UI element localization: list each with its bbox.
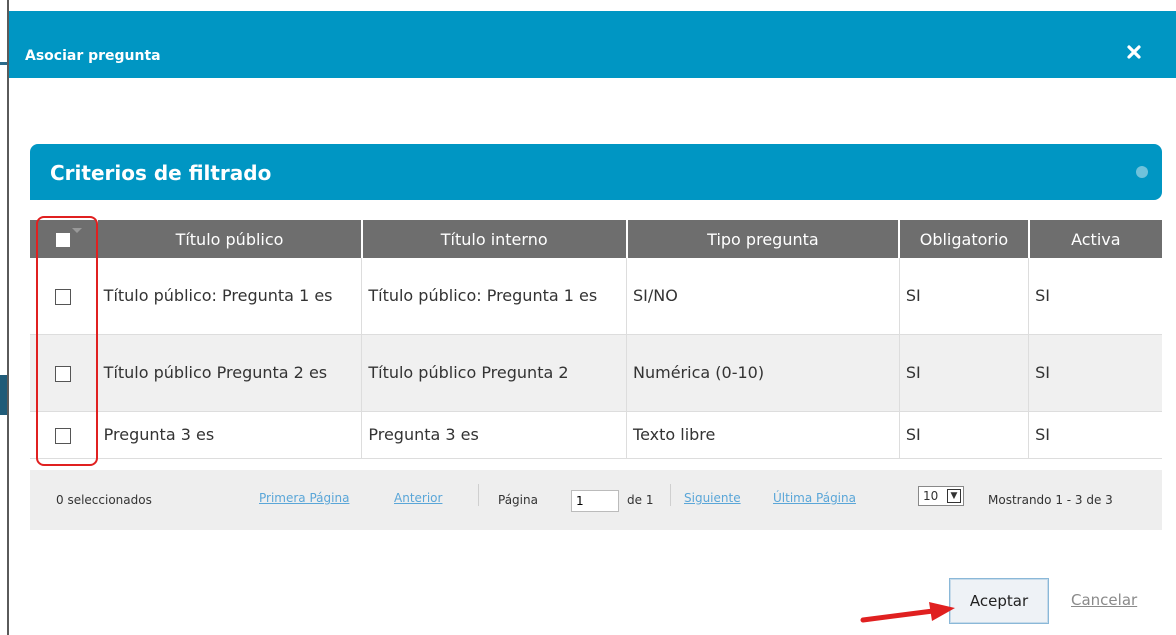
cancel-link[interactable]: Cancelar (1071, 591, 1137, 609)
cell-titulo-publico: Título público: Pregunta 1 es (97, 258, 363, 335)
select-all-checkbox[interactable] (56, 233, 71, 247)
background-fragment (0, 375, 7, 415)
dialog-titlebar: Asociar pregunta (9, 11, 1176, 78)
page-size-value: 10 (923, 489, 939, 503)
accept-button[interactable]: Aceptar (949, 578, 1049, 624)
pager-divider (670, 484, 671, 506)
cell-tipo-pregunta: Numérica (0-10) (626, 334, 900, 412)
select-all-header (30, 220, 99, 258)
column-header-obligatorio[interactable]: Obligatorio (899, 220, 1030, 258)
row-select-cell (30, 411, 98, 459)
table-row[interactable]: Título público: Pregunta 1 es Título púb… (30, 258, 1162, 335)
dialog-title: Asociar pregunta (25, 48, 161, 64)
pager-divider (478, 484, 479, 506)
selected-count: 0 seleccionados (56, 493, 152, 507)
associate-question-dialog: Asociar pregunta Criterios de filtrado T… (9, 0, 1176, 635)
cell-activa: SI (1028, 258, 1162, 335)
row-checkbox[interactable] (55, 288, 72, 305)
row-select-cell (30, 334, 98, 412)
row-select-cell (30, 258, 98, 335)
first-page-link[interactable]: Primera Página (259, 490, 349, 506)
row-checkbox[interactable] (55, 365, 72, 382)
caret-down-icon[interactable] (72, 228, 83, 233)
page-label: Página (498, 493, 538, 507)
cell-activa: SI (1028, 411, 1162, 459)
column-header-titulo-interno[interactable]: Título interno (361, 220, 628, 258)
background-window-edge (0, 0, 9, 635)
background-fragment (0, 62, 7, 65)
filter-criteria-panel[interactable]: Criterios de filtrado (30, 144, 1162, 200)
cell-titulo-publico: Título público Pregunta 2 es (97, 334, 363, 412)
table-header-row: Título público Título interno Tipo pregu… (30, 220, 1162, 258)
column-header-activa[interactable]: Activa (1028, 220, 1162, 258)
row-checkbox[interactable] (55, 427, 72, 444)
collapse-circle-icon[interactable] (1136, 166, 1148, 178)
page-number-input[interactable] (571, 490, 619, 512)
table-row[interactable]: Título público Pregunta 2 es Título públ… (30, 334, 1162, 412)
cell-titulo-interno: Título público: Pregunta 1 es (361, 258, 628, 335)
close-icon[interactable] (1123, 41, 1145, 63)
page-size-select[interactable]: 10 ▼ (918, 486, 964, 506)
cell-tipo-pregunta: SI/NO (626, 258, 900, 335)
filter-criteria-title: Criterios de filtrado (50, 161, 272, 185)
cell-titulo-publico: Pregunta 3 es (97, 411, 363, 459)
showing-range: Mostrando 1 - 3 de 3 (988, 493, 1113, 507)
cell-tipo-pregunta: Texto libre (626, 411, 900, 459)
cell-obligatorio: SI (899, 258, 1030, 335)
cell-activa: SI (1028, 334, 1162, 412)
cell-titulo-interno: Pregunta 3 es (361, 411, 628, 459)
last-page-link[interactable]: Última Página (773, 490, 856, 506)
cell-titulo-interno: Título público Pregunta 2 (361, 334, 628, 412)
column-header-tipo-pregunta[interactable]: Tipo pregunta (626, 220, 901, 258)
cell-obligatorio: SI (899, 411, 1030, 459)
previous-page-link[interactable]: Anterior (394, 490, 442, 506)
cell-obligatorio: SI (899, 334, 1030, 412)
page-total-label: de 1 (627, 493, 654, 507)
chevron-down-icon: ▼ (947, 489, 961, 503)
next-page-link[interactable]: Siguiente (684, 490, 741, 506)
questions-table: Título público Título interno Tipo pregu… (30, 220, 1162, 459)
column-header-titulo-publico[interactable]: Título público (97, 220, 363, 258)
table-row[interactable]: Pregunta 3 es Pregunta 3 es Texto libre … (30, 411, 1162, 459)
pagination-bar: 0 seleccionados Primera Página Anterior … (30, 470, 1162, 530)
annotation-arrow-icon (860, 602, 955, 623)
